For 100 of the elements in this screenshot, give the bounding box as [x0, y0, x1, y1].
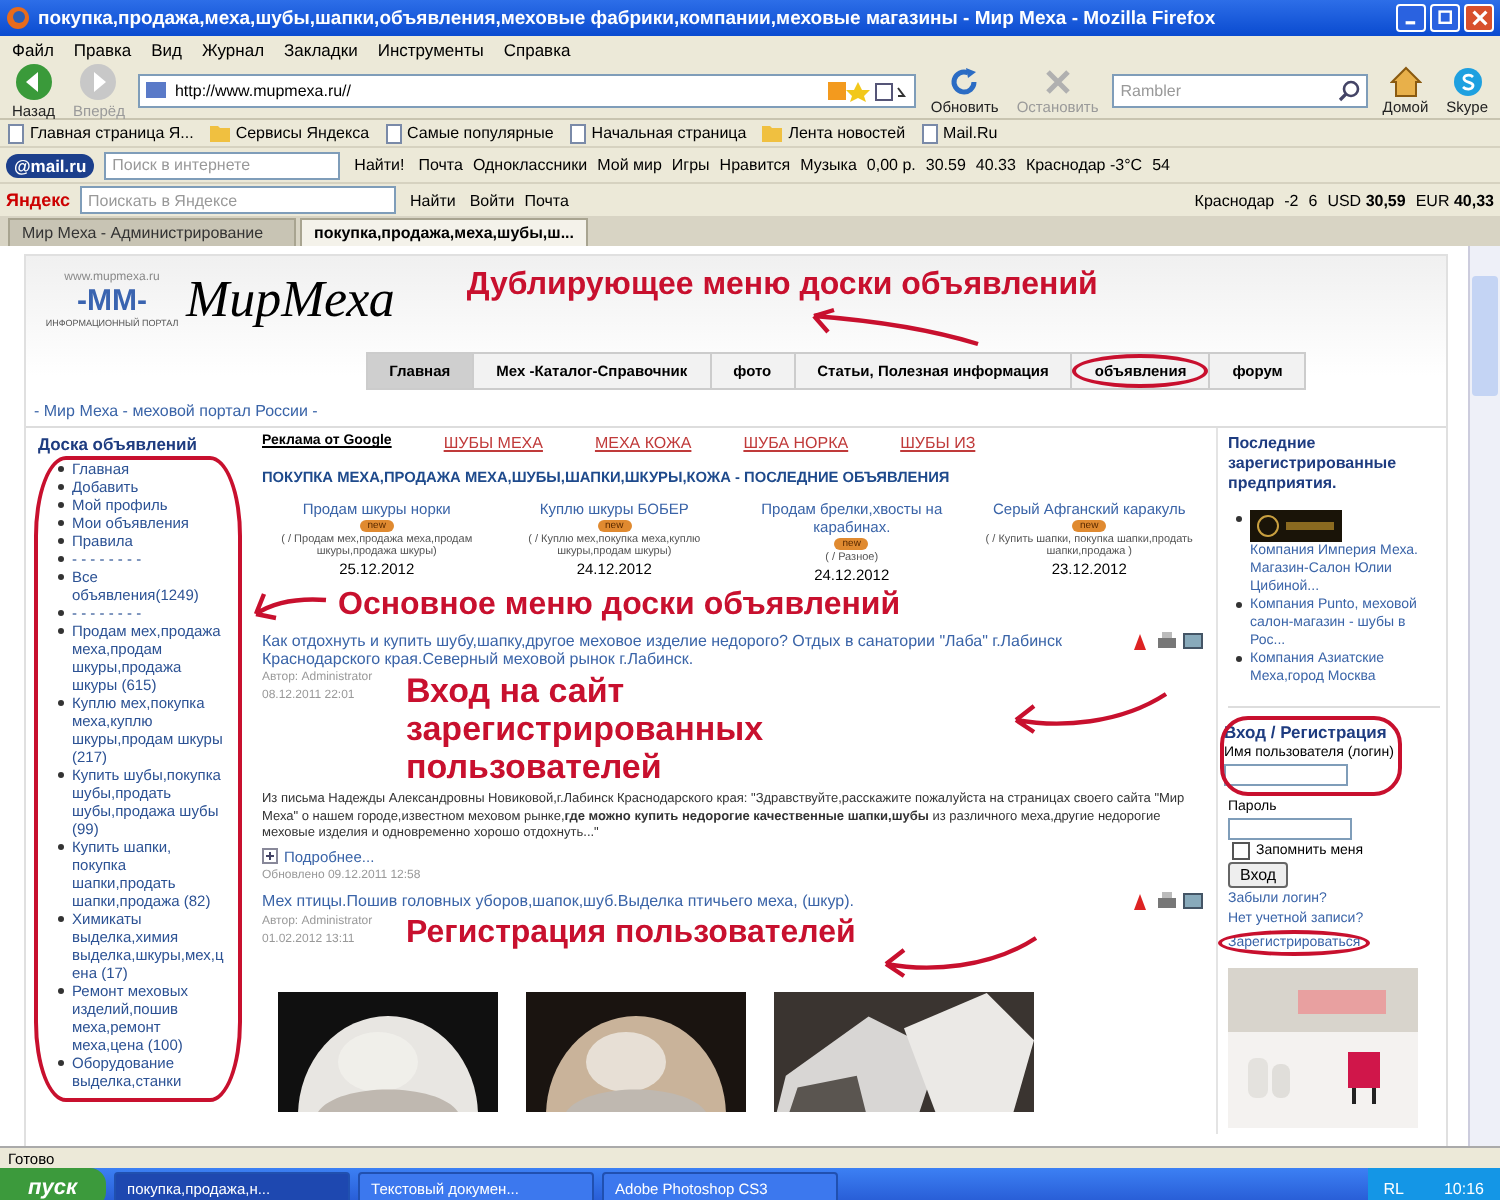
breadcrumb: - Мир Меха - меховой портал России - — [32, 400, 320, 424]
menu-item[interactable]: Файл — [12, 39, 54, 59]
bullet-icon — [58, 610, 64, 616]
maximize-icon — [1437, 10, 1453, 26]
annotation-text: Дублирующее меню доски объявлений — [466, 268, 1098, 304]
bookmark-item[interactable]: Начальная страница — [569, 123, 747, 143]
menu-item[interactable]: Вид — [151, 39, 183, 59]
toolbar-item[interactable]: 54 — [1152, 156, 1170, 174]
toolbar-item[interactable]: Краснодар — [1194, 191, 1275, 209]
board-menu-title: Доска объявлений — [38, 436, 200, 454]
minimize-button[interactable] — [1396, 4, 1426, 32]
toolbar-item[interactable]: -2 — [1284, 191, 1299, 209]
toolbar-item[interactable]: Войти — [469, 191, 515, 209]
ad-link[interactable]: ШУБЫ МЕХА — [443, 434, 543, 452]
article-title[interactable]: Как отдохнуть и купить шубу,шапку,другое меховое изделие недорого? Отдых в санатории "Лаба" г.Лабинск Краснодарского края.Северный меховой рынок г.Лабинск. — [262, 632, 1120, 668]
ad-link[interactable]: МЕХА КОЖА — [594, 434, 692, 452]
toolbar-item[interactable]: 0,00 р. — [866, 156, 916, 174]
ad-link[interactable]: ШУБЫ ИЗ — [900, 434, 976, 452]
yandex-logo[interactable]: Яндекс — [6, 190, 71, 210]
bullet-icon — [58, 916, 64, 922]
toolbar-item[interactable]: EUR 40,33 — [1415, 191, 1494, 209]
ad-link[interactable]: ШУБА НОРКА — [743, 434, 849, 452]
firefox-icon — [6, 6, 30, 30]
bullet-icon — [58, 574, 64, 580]
bookmark-item[interactable]: Лента новостей — [762, 124, 906, 142]
bullet-icon — [58, 538, 64, 544]
scroll-thumb[interactable] — [1472, 276, 1498, 396]
toolbar-item[interactable]: Почта — [418, 156, 463, 174]
bullet-icon — [58, 700, 64, 706]
bullet-icon — [58, 1060, 64, 1066]
toolbar-item[interactable]: Одноклассники — [472, 156, 588, 174]
page-icon — [385, 123, 402, 143]
folder-icon — [209, 124, 230, 142]
menu-item[interactable]: Справка — [503, 39, 571, 59]
bullet-icon — [58, 628, 64, 634]
toolbar-item[interactable]: Почта — [524, 191, 569, 209]
annotation-text: Основное меню доски объявлений — [338, 588, 901, 624]
bullet-icon — [58, 556, 64, 562]
maximize-button[interactable] — [1430, 4, 1460, 32]
search-icon — [1338, 79, 1361, 101]
toolbar-item[interactable]: Краснодар -3°C — [1025, 156, 1143, 174]
logo-mark: -MM- — [77, 284, 147, 318]
bullet-icon — [1236, 656, 1242, 662]
arrow-scribble — [250, 590, 330, 622]
bookmark-item[interactable]: Главная страница Я... — [8, 123, 194, 143]
search-button[interactable]: Найти — [406, 191, 460, 209]
bookmark-item[interactable]: Mail.Ru — [921, 123, 998, 143]
toolbar-item[interactable]: Игры — [671, 156, 710, 174]
mail-logo[interactable]: @mail.ru — [6, 153, 95, 177]
pdf-print-email-icons-drawing[interactable] — [1132, 891, 1204, 911]
annotation-text: Вход на сайт зарегистрированных пользователей — [406, 672, 766, 786]
bullet-icon — [58, 466, 64, 472]
folder-icon — [762, 124, 783, 142]
browser-tab[interactable]: Мир Меха - Администрирование — [8, 218, 296, 246]
annotation-text: Регистрация пользователей — [406, 915, 856, 951]
toolbar-item[interactable]: Музыка — [800, 156, 857, 174]
toolbar-item[interactable]: 40.33 — [975, 156, 1016, 174]
scrollbar[interactable] — [1468, 246, 1500, 1146]
skype-icon — [1451, 65, 1484, 97]
article-title[interactable]: Мех птицы.Пошив головных уборов,шапок,шуб.Выделка птичьего меха, (шкур). — [262, 891, 854, 911]
bullet-icon — [1236, 602, 1242, 608]
reload-icon — [948, 65, 981, 97]
address-field[interactable]: http://www.mupmexa.ru// — [138, 73, 917, 107]
address-bar-icons-drawing — [828, 79, 909, 101]
bullet-icon — [58, 520, 64, 526]
logo-title: МирМеха — [186, 270, 395, 330]
close-button[interactable] — [1464, 4, 1494, 32]
window-title: покупка,продажа,меха,шубы,шапки,объявления,меховые фабрики,компании,меховые магазины - Мир Меха - Mozilla Firefox — [38, 7, 1218, 29]
site-favicon-icon — [146, 82, 167, 98]
stop-icon — [1041, 65, 1074, 97]
toolbar-item[interactable]: Нравится — [719, 156, 791, 174]
toolbar-item[interactable]: 6 — [1308, 191, 1318, 209]
toolbar-item[interactable]: 30.59 — [925, 156, 966, 174]
bookmark-item[interactable]: Самые популярные — [385, 123, 554, 143]
bullet-icon — [58, 502, 64, 508]
page-icon — [8, 123, 24, 143]
menu-item[interactable]: Журнал — [202, 39, 265, 59]
pdf-print-email-icons-drawing[interactable] — [1132, 632, 1204, 652]
bullet-icon — [1236, 516, 1242, 522]
checkbox[interactable] — [1232, 842, 1250, 860]
bullet-icon — [58, 988, 64, 994]
bullet-icon — [58, 844, 64, 850]
toolbar-item[interactable]: USD 30,59 — [1327, 191, 1406, 209]
bookmark-item[interactable]: Сервисы Яндекса — [209, 124, 370, 142]
menu-item[interactable]: Правка — [73, 39, 132, 59]
page-icon — [921, 123, 938, 143]
password-field[interactable] — [1228, 818, 1352, 840]
expand-icon — [262, 848, 278, 864]
toolbar-item[interactable]: Мой мир — [597, 156, 662, 174]
bullet-icon — [58, 484, 64, 490]
bullet-icon — [58, 772, 64, 778]
menu-item[interactable]: Инструменты — [377, 39, 484, 59]
username-field[interactable] — [1224, 764, 1348, 786]
login-button[interactable]: Вход — [1228, 862, 1289, 888]
start-button[interactable]: пуск — [0, 1168, 106, 1200]
clock: 10:16 — [1443, 1179, 1484, 1197]
close-icon — [1471, 10, 1487, 26]
browser-tab[interactable]: покупка,продажа,меха,шубы,ш... — [300, 218, 588, 246]
menu-item[interactable]: Закладки — [284, 39, 358, 59]
search-button[interactable]: Найти! — [350, 156, 409, 174]
